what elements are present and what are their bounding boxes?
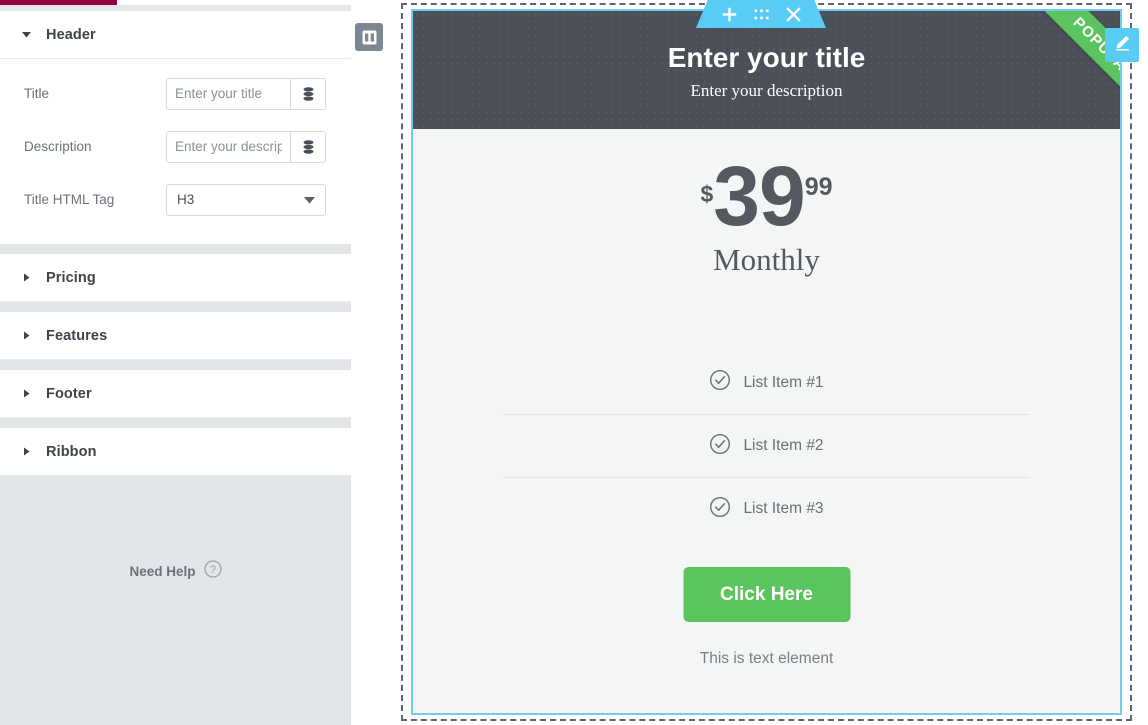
drag-grid-icon[interactable] (754, 9, 769, 20)
accordion-section-ribbon: Ribbon (0, 428, 351, 476)
section-body-header: Title Enter your title Description Enter… (0, 59, 351, 244)
section-divider (0, 360, 351, 370)
circle-check-icon (709, 433, 731, 460)
price-table-widget[interactable]: Enter your title Enter your description … (411, 9, 1122, 715)
circle-check-icon (709, 369, 731, 396)
control-label-title: Title (24, 86, 50, 101)
need-help-label: Need Help (129, 563, 196, 579)
section-divider (0, 302, 351, 312)
panel-help-area: Need Help ? (0, 551, 351, 591)
title-html-tag-select[interactable]: H3 (166, 183, 326, 216)
accordion-section-features: Features (0, 312, 351, 360)
section-toggle-footer[interactable]: Footer (0, 370, 351, 418)
list-item: List Item #3 (503, 477, 1030, 540)
price-integer: 39 (713, 149, 805, 243)
accordion-section-pricing: Pricing (0, 254, 351, 302)
feature-list: List Item #1 List Item #2 List Item #3 (503, 351, 1030, 540)
list-item-label: List Item #1 (743, 373, 824, 391)
price-currency: $ (700, 181, 714, 207)
list-item: List Item #1 (503, 351, 1030, 414)
caret-right-icon (22, 331, 36, 340)
editor-root: Header Title Enter your title Descriptio… (0, 0, 1148, 725)
columns-layout-icon[interactable] (355, 23, 383, 51)
control-label-description: Description (24, 139, 92, 154)
question-circle-icon: ? (203, 559, 222, 583)
caret-right-icon (22, 447, 36, 456)
dynamic-tags-icon[interactable] (290, 78, 325, 109)
need-help-link[interactable]: Need Help ? (0, 551, 351, 591)
widget-toolbar (696, 0, 826, 28)
caret-right-icon (22, 273, 36, 282)
price-block: $ 39 99 Monthly (413, 149, 1120, 278)
section-toggle-pricing[interactable]: Pricing (0, 254, 351, 302)
section-divider (0, 418, 351, 428)
section-title-header: Header (46, 26, 96, 43)
preview-canvas: Enter your title Enter your description … (351, 0, 1148, 725)
accordion-section-footer: Footer (0, 370, 351, 418)
edit-widget-button[interactable] (1105, 28, 1139, 62)
section-toggle-header[interactable]: Header (0, 11, 351, 59)
cta-button[interactable]: Click Here (683, 567, 850, 622)
section-title-pricing: Pricing (46, 269, 96, 286)
title-input-group (166, 77, 326, 110)
circle-check-icon (709, 496, 731, 523)
price-line: $ 39 99 (700, 149, 833, 243)
title-input[interactable] (167, 78, 290, 109)
section-title-footer: Footer (46, 385, 92, 402)
section-title-ribbon: Ribbon (46, 443, 97, 460)
panel-tab-bar (0, 0, 351, 11)
section-divider (0, 244, 351, 254)
list-item-label: List Item #2 (743, 437, 824, 454)
plus-icon[interactable] (722, 7, 737, 22)
card-footer-text: This is text element (699, 650, 834, 667)
title-html-tag-value: H3 (177, 192, 195, 207)
caret-down-icon (22, 30, 36, 39)
accordion-section-header: Header Title Enter your title Descriptio… (0, 11, 351, 244)
control-row-description: Description (0, 120, 351, 173)
svg-text:?: ? (209, 564, 215, 576)
control-row-title: Title (0, 67, 351, 120)
section-toggle-features[interactable]: Features (0, 312, 351, 360)
card-header: Enter your title Enter your description (413, 11, 1120, 129)
description-input[interactable] (167, 131, 290, 162)
caret-right-icon (22, 389, 36, 398)
widget-settings-panel: Header Title Enter your title Descriptio… (0, 0, 351, 725)
section-toggle-ribbon[interactable]: Ribbon (0, 428, 351, 476)
card-description: Enter your description (690, 81, 843, 100)
list-item: List Item #2 (503, 414, 1030, 477)
section-title-features: Features (46, 327, 108, 344)
close-icon[interactable] (786, 7, 801, 22)
dynamic-tags-icon[interactable] (290, 131, 325, 162)
control-label-title-html-tag: Title HTML Tag (24, 192, 115, 207)
card-title: Enter your title (667, 42, 866, 73)
list-item-label: List Item #3 (743, 500, 824, 517)
pencil-icon (1114, 34, 1131, 56)
control-row-title-html-tag: Title HTML Tag H3 (0, 173, 351, 226)
description-input-group (166, 130, 326, 163)
caret-down-icon (304, 191, 315, 209)
price-period: Monthly (713, 242, 820, 278)
price-fraction: 99 (804, 173, 833, 201)
